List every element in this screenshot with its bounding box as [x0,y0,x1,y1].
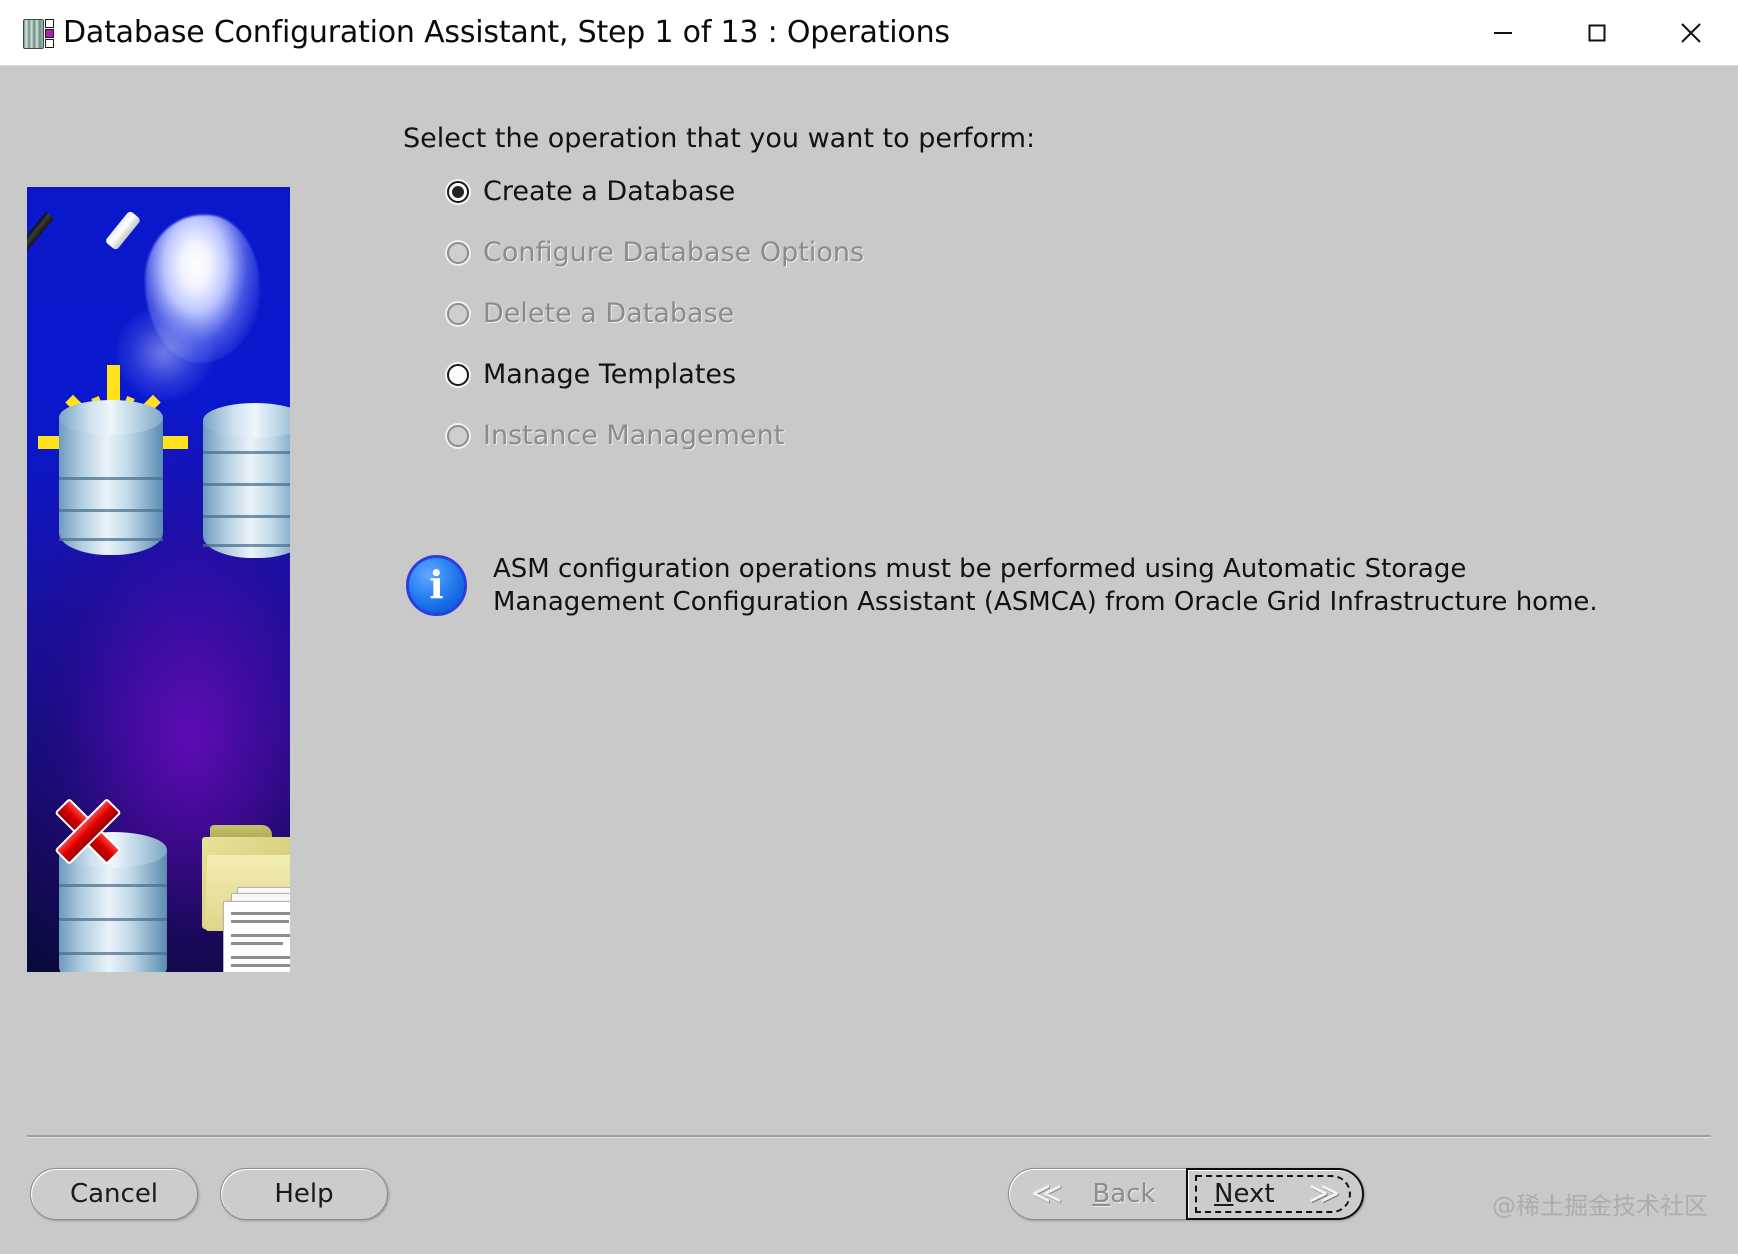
window-controls [1456,0,1738,66]
radio-label: Instance Management [483,420,784,451]
back-button: ≪ Back [1008,1168,1186,1220]
magic-wand-icon [45,215,161,360]
info-icon: i [406,555,467,616]
footer-left-buttons: Cancel Help [30,1168,388,1220]
radio-label: Delete a Database [483,298,734,329]
radio-configure-database-options: Configure Database Options [447,237,1347,268]
window-titlebar: Database Configuration Assistant, Step 1… [0,0,1738,66]
radio-disabled-icon [447,303,469,325]
radio-instance-management: Instance Management [447,420,1347,451]
dialog-body: Select the operation that you want to pe… [0,66,1738,1135]
info-note-line-1: ASM configuration operations must be per… [493,553,1598,586]
next-mnemonic: N [1214,1179,1233,1209]
footer-divider [27,1135,1711,1138]
info-note: i ASM configuration operations must be p… [406,553,1696,619]
database-drum-icon [22,16,56,50]
radio-label: Create a Database [483,176,735,207]
back-mnemonic: B [1092,1179,1110,1209]
operation-radio-group: Create a Database Configure Database Opt… [447,176,1347,481]
database-drum-icon [203,403,290,563]
next-button[interactable]: Next ≫ [1186,1168,1364,1220]
minimize-button[interactable] [1456,0,1550,66]
cancel-button[interactable]: Cancel [30,1168,198,1220]
cancel-button-label: Cancel [70,1179,158,1209]
minimize-icon [1489,19,1517,47]
help-button-label: Help [274,1179,333,1209]
documents-icon [223,887,290,972]
radio-selected-icon[interactable] [447,181,469,203]
radio-empty-icon[interactable] [447,364,469,386]
footer-right-buttons: ≪ Back Next ≫ [1008,1168,1364,1220]
radio-create-a-database[interactable]: Create a Database [447,176,1347,207]
maximize-button[interactable] [1550,0,1644,66]
page-title: Select the operation that you want to pe… [403,123,1035,154]
chevron-left-icon: ≪ [1031,1179,1062,1209]
titlebar-left: Database Configuration Assistant, Step 1… [0,15,1456,50]
watermark: @稀土掘金技术社区 [1492,1186,1708,1221]
radio-label: Manage Templates [483,359,736,390]
red-x-icon [54,797,122,865]
radio-manage-templates[interactable]: Manage Templates [447,359,1347,390]
chevron-right-icon: ≫ [1309,1179,1340,1209]
radio-label: Configure Database Options [483,237,864,268]
help-button[interactable]: Help [220,1168,388,1220]
info-note-line-2: Management Configuration Assistant (ASMC… [493,586,1598,619]
wizard-illustration [27,187,290,972]
close-icon [1676,18,1706,48]
window-title: Database Configuration Assistant, Step 1… [63,15,950,50]
info-note-text: ASM configuration operations must be per… [493,553,1598,619]
radio-disabled-icon [447,242,469,264]
database-drum-icon [59,400,163,560]
close-button[interactable] [1644,0,1738,66]
maximize-icon [1583,19,1611,47]
back-button-label: Back [1092,1179,1155,1209]
next-button-label: Next [1214,1179,1275,1209]
radio-disabled-icon [447,425,469,447]
radio-delete-a-database: Delete a Database [447,298,1347,329]
